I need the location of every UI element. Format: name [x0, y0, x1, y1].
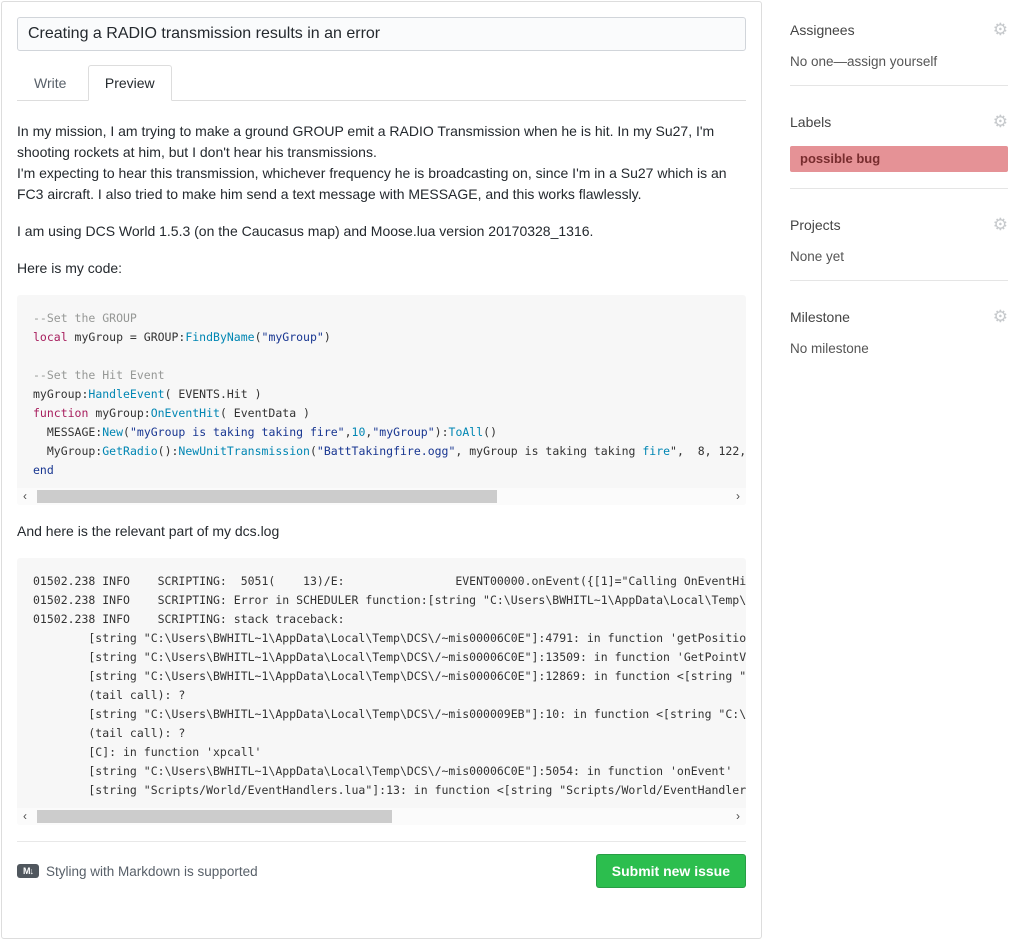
- assignees-heading: Assignees: [790, 22, 855, 38]
- dcs-log-block: 01502.238 INFO SCRIPTING: 5051( 13)/E: E…: [17, 558, 746, 825]
- scrollbar-track[interactable]: [33, 488, 730, 505]
- scroll-left-arrow[interactable]: ‹: [17, 488, 33, 505]
- issue-sidebar: Assignees ⚙ No one—assign yourself Label…: [790, 0, 1008, 362]
- divider: [790, 188, 1008, 189]
- divider: [790, 85, 1008, 86]
- submit-new-issue-button[interactable]: Submit new issue: [596, 854, 746, 888]
- scrollbar-track[interactable]: [33, 808, 730, 825]
- gear-icon[interactable]: ⚙: [993, 114, 1008, 130]
- issue-title-input[interactable]: [17, 17, 746, 51]
- divider: [790, 280, 1008, 281]
- tab-preview[interactable]: Preview: [88, 65, 172, 101]
- body-paragraph: I am using DCS World 1.5.3 (on the Cauca…: [17, 221, 746, 242]
- scrollbar-thumb[interactable]: [37, 490, 497, 503]
- scrollbar-thumb[interactable]: [37, 810, 392, 823]
- labels-heading: Labels: [790, 114, 831, 130]
- projects-section: Projects ⚙ None yet: [790, 195, 1008, 287]
- markdown-note: M↓ Styling with Markdown is supported: [17, 864, 258, 879]
- dcs-log-lines: 01502.238 INFO SCRIPTING: 5051( 13)/E: E…: [33, 572, 730, 800]
- gear-icon[interactable]: ⚙: [993, 217, 1008, 233]
- label-possible-bug: possible bug: [790, 146, 1008, 172]
- preview-body: In my mission, I am trying to make a gro…: [17, 121, 746, 825]
- gear-icon[interactable]: ⚙: [993, 309, 1008, 325]
- comment-caret: [1, 13, 11, 31]
- markdown-note-text: Styling with Markdown is supported: [46, 864, 258, 879]
- gear-icon[interactable]: ⚙: [993, 22, 1008, 38]
- milestone-value: No milestone: [790, 341, 1008, 356]
- body-paragraph: Here is my code:: [17, 258, 746, 279]
- scroll-right-arrow[interactable]: ›: [730, 808, 746, 825]
- milestone-heading: Milestone: [790, 309, 850, 325]
- body-paragraph: And here is the relevant part of my dcs.…: [17, 521, 746, 542]
- tab-write[interactable]: Write: [17, 65, 83, 101]
- labels-section: Labels ⚙ possible bug: [790, 92, 1008, 195]
- lua-code-lines: --Set the GROUPlocal myGroup = GROUP:Fin…: [33, 309, 730, 480]
- projects-heading: Projects: [790, 217, 841, 233]
- markdown-icon[interactable]: M↓: [17, 864, 39, 878]
- assignees-section: Assignees ⚙ No one—assign yourself: [790, 0, 1008, 92]
- assign-yourself-link[interactable]: No one—assign yourself: [790, 54, 1008, 69]
- scroll-left-arrow[interactable]: ‹: [17, 808, 33, 825]
- form-footer: M↓ Styling with Markdown is supported Su…: [17, 841, 746, 900]
- tab-bar: Write Preview: [17, 65, 746, 101]
- lua-code-block: --Set the GROUPlocal myGroup = GROUP:Fin…: [17, 295, 746, 505]
- scroll-right-arrow[interactable]: ›: [730, 488, 746, 505]
- horizontal-scrollbar[interactable]: ‹ ›: [17, 808, 746, 825]
- new-issue-panel: Write Preview In my mission, I am trying…: [1, 1, 762, 939]
- body-paragraph: In my mission, I am trying to make a gro…: [17, 121, 746, 205]
- projects-value: None yet: [790, 249, 1008, 264]
- horizontal-scrollbar[interactable]: ‹ ›: [17, 488, 746, 505]
- milestone-section: Milestone ⚙ No milestone: [790, 287, 1008, 362]
